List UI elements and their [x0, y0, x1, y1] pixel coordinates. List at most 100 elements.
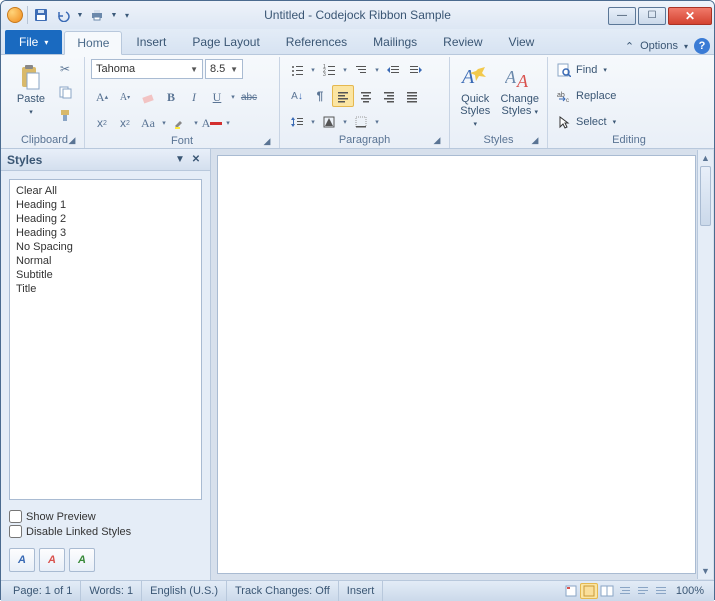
- view-print-layout-icon[interactable]: [562, 583, 580, 599]
- scroll-thumb[interactable]: [700, 166, 711, 226]
- paragraph-launcher-icon[interactable]: ◢: [431, 134, 443, 146]
- scroll-track[interactable]: [698, 166, 713, 563]
- shading-icon[interactable]: [318, 111, 340, 133]
- maximize-button[interactable]: ☐: [638, 7, 666, 25]
- paste-button[interactable]: Paste▾: [11, 59, 51, 119]
- font-color-dropdown-icon[interactable]: ▾: [224, 112, 232, 134]
- app-orb-icon[interactable]: [7, 7, 23, 23]
- multilevel-dropdown-icon[interactable]: ▾: [373, 59, 381, 81]
- underline-icon[interactable]: U: [206, 86, 228, 108]
- multilevel-icon[interactable]: [350, 59, 372, 81]
- undo-icon[interactable]: [54, 6, 72, 24]
- status-track-changes[interactable]: Track Changes: Off: [227, 581, 339, 601]
- find-button[interactable]: Find▾: [554, 59, 634, 81]
- close-button[interactable]: ✕: [668, 7, 712, 25]
- increase-indent-icon[interactable]: [405, 59, 427, 81]
- tab-home[interactable]: Home: [64, 31, 122, 55]
- strikethrough-icon[interactable]: abc: [238, 86, 260, 108]
- qat-customize-icon[interactable]: ▾: [122, 6, 132, 24]
- show-preview-input[interactable]: [9, 510, 22, 523]
- font-size-combo[interactable]: 8.5▼: [205, 59, 243, 79]
- undo-dropdown-icon[interactable]: ▼: [76, 6, 84, 24]
- line-spacing-icon[interactable]: [286, 111, 308, 133]
- disable-linked-checkbox[interactable]: Disable Linked Styles: [9, 525, 202, 538]
- print-icon[interactable]: [88, 6, 106, 24]
- status-words[interactable]: Words: 1: [81, 581, 142, 601]
- decrease-indent-icon[interactable]: [382, 59, 404, 81]
- change-case-icon[interactable]: Aa: [137, 112, 159, 134]
- format-painter-icon[interactable]: [55, 105, 75, 125]
- underline-dropdown-icon[interactable]: ▾: [229, 86, 237, 108]
- tab-mailings[interactable]: Mailings: [361, 30, 429, 54]
- tab-view[interactable]: View: [497, 30, 547, 54]
- justify-icon[interactable]: [401, 85, 423, 107]
- new-style-button[interactable]: A: [9, 548, 35, 572]
- vertical-scrollbar[interactable]: ▲ ▼: [697, 150, 713, 579]
- copy-icon[interactable]: [55, 82, 75, 102]
- style-item[interactable]: Subtitle: [14, 268, 197, 282]
- show-preview-checkbox[interactable]: Show Preview: [9, 510, 202, 523]
- zoom-level[interactable]: 100%: [670, 585, 710, 597]
- font-color-icon[interactable]: A: [201, 112, 223, 134]
- style-item[interactable]: Clear All: [14, 184, 197, 198]
- status-language[interactable]: English (U.S.): [142, 581, 227, 601]
- styles-launcher-icon[interactable]: ◢: [529, 134, 541, 146]
- style-list[interactable]: Clear All Heading 1 Heading 2 Heading 3 …: [9, 179, 202, 500]
- change-case-dropdown-icon[interactable]: ▾: [160, 112, 168, 134]
- view-split-icon[interactable]: [652, 583, 670, 599]
- grow-font-icon[interactable]: A▴: [91, 86, 113, 108]
- view-full-screen-icon[interactable]: [580, 583, 598, 599]
- style-item[interactable]: Normal: [14, 254, 197, 268]
- align-left-icon[interactable]: [332, 85, 354, 107]
- superscript-icon[interactable]: x2: [114, 112, 136, 134]
- align-right-icon[interactable]: [378, 85, 400, 107]
- tab-page-layout[interactable]: Page Layout: [180, 30, 271, 54]
- clipboard-launcher-icon[interactable]: ◢: [66, 134, 78, 146]
- tab-review[interactable]: Review: [431, 30, 494, 54]
- numbering-icon[interactable]: 123: [318, 59, 340, 81]
- view-web-layout-icon[interactable]: [598, 583, 616, 599]
- file-tab[interactable]: File ▾: [5, 30, 62, 54]
- options-dropdown-icon[interactable]: ▾: [684, 42, 688, 51]
- pane-close-icon[interactable]: ✕: [188, 152, 204, 168]
- style-item[interactable]: Heading 3: [14, 226, 197, 240]
- collapse-ribbon-icon[interactable]: ⌃: [625, 40, 634, 53]
- align-center-icon[interactable]: [355, 85, 377, 107]
- manage-styles-button[interactable]: A: [69, 548, 95, 572]
- shading-dropdown-icon[interactable]: ▾: [341, 111, 349, 133]
- bold-icon[interactable]: B: [160, 86, 182, 108]
- select-button[interactable]: Select▾: [554, 111, 634, 133]
- line-spacing-dropdown-icon[interactable]: ▾: [309, 111, 317, 133]
- style-item[interactable]: Heading 1: [14, 198, 197, 212]
- scroll-down-icon[interactable]: ▼: [698, 563, 713, 579]
- document-canvas[interactable]: [217, 155, 696, 574]
- options-label[interactable]: Options: [640, 40, 678, 52]
- bullets-icon[interactable]: [286, 59, 308, 81]
- italic-icon[interactable]: I: [183, 86, 205, 108]
- change-styles-button[interactable]: AA Change Styles ▾: [498, 59, 541, 119]
- style-item[interactable]: Heading 2: [14, 212, 197, 226]
- scroll-up-icon[interactable]: ▲: [698, 150, 713, 166]
- style-inspector-button[interactable]: A: [39, 548, 65, 572]
- minimize-button[interactable]: —: [608, 7, 636, 25]
- status-page[interactable]: Page: 1 of 1: [5, 581, 81, 601]
- style-item[interactable]: Title: [14, 282, 197, 296]
- show-marks-icon[interactable]: ¶: [309, 85, 331, 107]
- shrink-font-icon[interactable]: A▾: [114, 86, 136, 108]
- numbering-dropdown-icon[interactable]: ▾: [341, 59, 349, 81]
- clear-formatting-icon[interactable]: [137, 86, 159, 108]
- subscript-icon[interactable]: x2: [91, 112, 113, 134]
- style-item[interactable]: No Spacing: [14, 240, 197, 254]
- help-icon[interactable]: ?: [694, 38, 710, 54]
- quick-styles-button[interactable]: A Quick Styles ▾: [456, 59, 494, 131]
- view-draft-icon[interactable]: [634, 583, 652, 599]
- disable-linked-input[interactable]: [9, 525, 22, 538]
- borders-icon[interactable]: [350, 111, 372, 133]
- bullets-dropdown-icon[interactable]: ▾: [309, 59, 317, 81]
- tab-references[interactable]: References: [274, 30, 359, 54]
- replace-button[interactable]: abcReplace: [554, 85, 634, 107]
- highlight-dropdown-icon[interactable]: ▾: [192, 112, 200, 134]
- tab-insert[interactable]: Insert: [124, 30, 178, 54]
- font-launcher-icon[interactable]: ◢: [261, 135, 273, 147]
- status-insert-mode[interactable]: Insert: [339, 581, 384, 601]
